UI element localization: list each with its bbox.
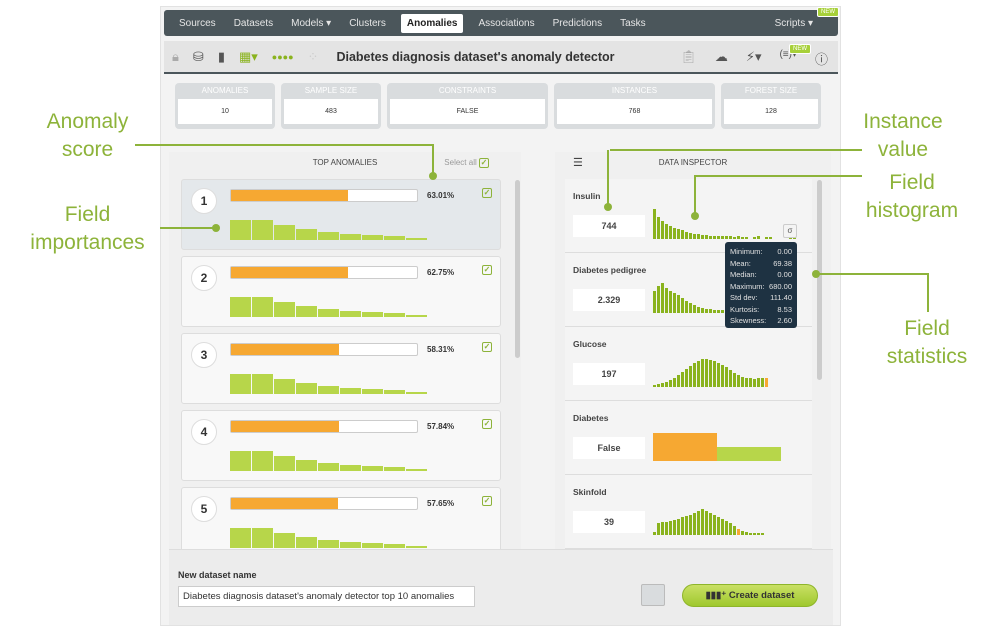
annotation-instance-value: Instance value <box>863 110 943 161</box>
annotation-field-histogram: Field histogram <box>865 171 959 222</box>
annotation-anomaly-score: Anomaly score <box>46 110 129 161</box>
annotation-field-statistics: Field statistics <box>886 317 968 368</box>
annotation-lines <box>135 144 929 312</box>
annotation-field-importances: Field importances <box>30 203 145 254</box>
